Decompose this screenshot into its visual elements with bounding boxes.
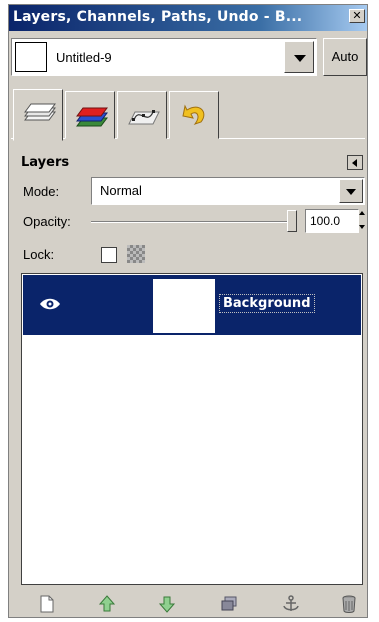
tab-paths[interactable] [117,91,167,139]
delete-layer-icon [342,595,356,613]
anchor-layer-button[interactable] [279,593,303,615]
image-thumbnail [15,42,47,72]
raise-layer-button[interactable] [95,593,119,615]
chevron-down-icon [346,189,356,195]
lock-label: Lock: [23,247,55,262]
opacity-value: 100.0 [310,214,341,228]
opacity-slider-handle[interactable] [287,210,297,232]
checkerboard-icon [127,245,145,263]
panel-menu-button[interactable] [347,155,363,170]
image-selector[interactable]: Untitled-9 [11,38,317,76]
tab-channels[interactable] [65,91,115,139]
panel-title: Layers [21,155,70,170]
lower-layer-icon [158,596,176,613]
spin-down-icon[interactable] [359,225,365,229]
eye-icon[interactable] [39,297,61,311]
layers-tab-icon [24,103,56,121]
opacity-spin-arrows[interactable] [359,209,365,233]
window-title: Layers, Channels, Paths, Undo - B... [13,9,303,25]
opacity-label: Opacity: [23,214,71,229]
new-layer-button[interactable] [35,593,59,615]
lower-layer-button[interactable] [155,593,179,615]
raise-layer-icon [98,595,116,612]
chevron-down-icon [294,55,306,62]
delete-layer-button[interactable] [337,593,361,615]
undo-tab-icon [182,104,205,125]
opacity-slider[interactable] [91,221,297,223]
duplicate-layer-button[interactable] [217,593,241,615]
mode-label: Mode: [23,184,60,199]
new-layer-icon [40,595,54,613]
image-dropdown-button[interactable] [284,41,314,73]
dock-panel: Layers, Channels, Paths, Undo - B... ✕ U… [8,4,368,618]
menu-arrow-icon [352,159,357,167]
duplicate-layer-icon [221,596,237,611]
layer-name[interactable]: Background [219,294,315,313]
layer-list[interactable]: Background [21,273,363,585]
tab-layers[interactable] [13,89,63,141]
opacity-spinbox[interactable]: 100.0 [305,209,359,233]
layer-thumbnail [153,279,215,333]
image-name: Untitled-9 [56,50,112,65]
auto-button[interactable]: Auto [323,38,367,76]
anchor-layer-icon [283,595,299,611]
mode-dropdown-button[interactable] [339,179,363,203]
spin-up-icon[interactable] [359,211,365,215]
layer-button-bar [11,591,365,617]
image-selector-row: Untitled-9 Auto [11,35,367,77]
mode-select[interactable]: Normal [91,177,365,205]
close-icon: ✕ [352,9,362,22]
layer-row[interactable]: Background [23,275,361,335]
mode-value: Normal [100,183,142,198]
lock-alpha-checkbox[interactable] [101,247,117,263]
dialog-window: Layers, Channels, Paths, Undo - B... ✕ U… [0,0,379,622]
dock-tabs [11,89,365,141]
tab-undo[interactable] [169,91,219,139]
close-button[interactable]: ✕ [349,9,365,23]
title-bar[interactable]: Layers, Channels, Paths, Undo - B... ✕ [9,5,367,31]
paths-tab-icon [128,110,160,125]
channels-tab-icon [76,107,108,127]
